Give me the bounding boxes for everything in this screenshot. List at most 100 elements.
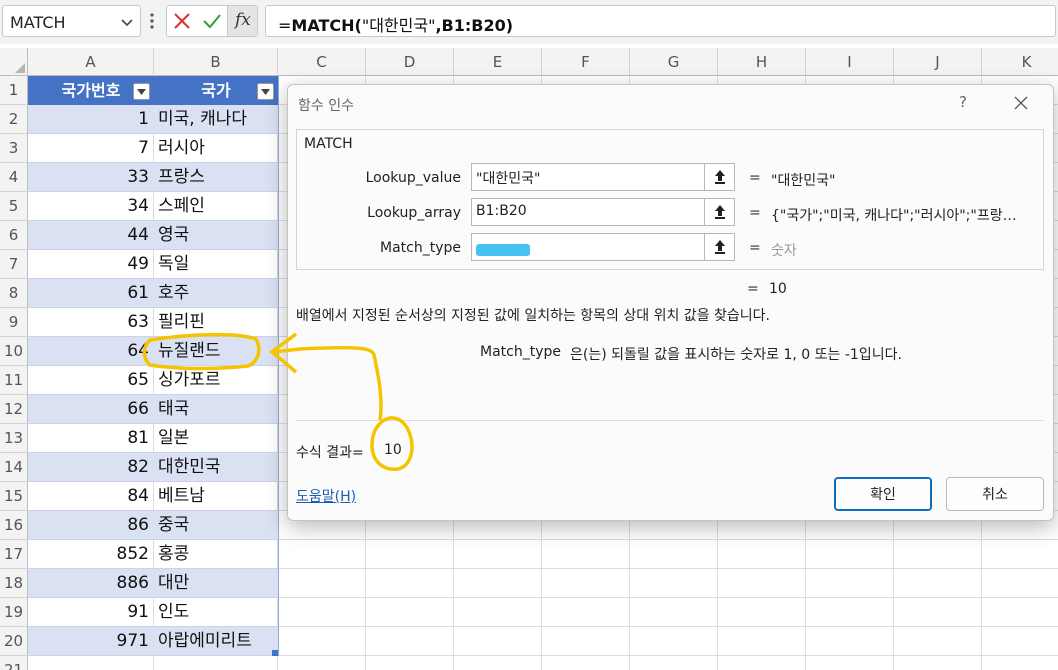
table-cell-country[interactable]: 호주 [154, 279, 278, 308]
column-header[interactable]: H [718, 48, 806, 76]
column-header[interactable]: K [982, 48, 1058, 76]
row-header[interactable]: 8 [0, 279, 28, 308]
table-cell-country[interactable]: 중국 [154, 511, 278, 540]
table-cell-country[interactable]: 일본 [154, 424, 278, 453]
arg-label-match-type: Match_type [380, 240, 461, 256]
table-cell-code[interactable]: 84 [28, 482, 154, 511]
row-header[interactable]: 4 [0, 163, 28, 192]
lookup-value-field[interactable]: "대한민국" [471, 163, 735, 191]
function-result-value: 10 [769, 281, 787, 297]
column-header[interactable]: E [454, 48, 542, 76]
row-header[interactable]: 20 [0, 627, 28, 656]
table-cell-code[interactable]: 971 [28, 627, 154, 656]
cancel-entry-button[interactable] [167, 6, 197, 36]
lookup-array-field[interactable]: B1:B20 [471, 198, 735, 226]
table-cell-code[interactable]: 63 [28, 308, 154, 337]
table-cell-country[interactable]: 필리핀 [154, 308, 278, 337]
table-cell-code[interactable]: 886 [28, 569, 154, 598]
column-header[interactable]: F [542, 48, 630, 76]
divider [296, 420, 1044, 421]
row-header[interactable]: 16 [0, 511, 28, 540]
table-cell-country[interactable]: 프랑스 [154, 163, 278, 192]
row-header[interactable]: 18 [0, 569, 28, 598]
table-cell-country[interactable]: 영국 [154, 221, 278, 250]
table-cell-code[interactable]: 852 [28, 540, 154, 569]
row-header[interactable]: 19 [0, 598, 28, 627]
column-header[interactable]: A [28, 48, 154, 76]
filter-dropdown-button[interactable] [133, 83, 150, 100]
close-icon[interactable] [1009, 91, 1033, 115]
fx-icon: fx [235, 10, 251, 30]
column-header[interactable]: C [278, 48, 366, 76]
upload-arrow-icon [715, 170, 725, 184]
table-cell-code[interactable]: 1 [28, 105, 154, 134]
row-header[interactable]: 3 [0, 134, 28, 163]
column-header[interactable]: D [366, 48, 454, 76]
table-cell-code[interactable]: 61 [28, 279, 154, 308]
column-header[interactable]: B [154, 48, 278, 76]
row-header[interactable]: 9 [0, 308, 28, 337]
row-header[interactable]: 14 [0, 453, 28, 482]
table-cell-country[interactable]: 대만 [154, 569, 278, 598]
select-all-corner[interactable] [0, 48, 28, 76]
table-cell-country[interactable]: 독일 [154, 250, 278, 279]
formula-input[interactable]: =MATCH("대한민국",B1:B20) [265, 5, 1056, 37]
table-cell-country[interactable]: 태국 [154, 395, 278, 424]
table-cell-code[interactable]: 7 [28, 134, 154, 163]
table-cell-code[interactable]: 33 [28, 163, 154, 192]
row-header[interactable]: 21 [0, 656, 28, 670]
row-header[interactable]: 17 [0, 540, 28, 569]
table-cell-country[interactable]: 미국, 캐나다 [154, 105, 278, 134]
match-type-field[interactable] [471, 233, 735, 261]
row-header[interactable]: 15 [0, 482, 28, 511]
row-header[interactable]: 1 [0, 76, 28, 105]
confirm-entry-button[interactable] [197, 6, 227, 36]
chevron-down-icon[interactable] [120, 15, 134, 29]
table-cell-code[interactable]: 81 [28, 424, 154, 453]
row-header[interactable]: 11 [0, 366, 28, 395]
table-cell-country[interactable]: 뉴질랜드 [154, 337, 278, 366]
table-cell-code[interactable]: 64 [28, 337, 154, 366]
header-cell-code[interactable]: 국가번호 [28, 76, 154, 105]
column-header[interactable]: I [806, 48, 894, 76]
cancel-button[interactable]: 취소 [946, 477, 1044, 511]
column-header[interactable]: G [630, 48, 718, 76]
row-header[interactable]: 12 [0, 395, 28, 424]
row-header[interactable]: 6 [0, 221, 28, 250]
table-cell-country[interactable]: 스페인 [154, 192, 278, 221]
table-cell-country[interactable]: 베트남 [154, 482, 278, 511]
arg-eq: = [749, 205, 761, 221]
row-header[interactable]: 2 [0, 105, 28, 134]
table-cell-country[interactable]: 러시아 [154, 134, 278, 163]
collapse-dialog-button[interactable] [704, 234, 734, 260]
insert-function-button[interactable]: fx [227, 6, 257, 36]
table-cell-code[interactable]: 34 [28, 192, 154, 221]
row-header[interactable]: 5 [0, 192, 28, 221]
table-cell-country[interactable]: 싱가포르 [154, 366, 278, 395]
help-link[interactable]: 도움말(H) [296, 486, 356, 506]
row-header[interactable]: 10 [0, 337, 28, 366]
row-header[interactable]: 7 [0, 250, 28, 279]
table-cell-code[interactable]: 65 [28, 366, 154, 395]
table-cell-country[interactable]: 아랍에미리트 [154, 627, 278, 656]
header-cell-country[interactable]: 국가 [154, 76, 278, 105]
more-options-icon[interactable] [149, 11, 155, 31]
table-cell-country[interactable]: 대한민국 [154, 453, 278, 482]
table-resize-handle[interactable] [272, 650, 278, 656]
table-cell-code[interactable]: 91 [28, 598, 154, 627]
row-header[interactable]: 13 [0, 424, 28, 453]
column-header[interactable]: J [894, 48, 982, 76]
ok-button[interactable]: 확인 [834, 477, 932, 511]
table-cell-country[interactable]: 홍콩 [154, 540, 278, 569]
table-cell-code[interactable]: 82 [28, 453, 154, 482]
table-cell-country[interactable]: 인도 [154, 598, 278, 627]
table-cell-code[interactable]: 49 [28, 250, 154, 279]
collapse-dialog-button[interactable] [704, 164, 734, 190]
filter-dropdown-button[interactable] [257, 83, 274, 100]
table-cell-code[interactable]: 44 [28, 221, 154, 250]
collapse-dialog-button[interactable] [704, 199, 734, 225]
dialog-help-button[interactable]: ? [959, 93, 967, 111]
table-cell-code[interactable]: 86 [28, 511, 154, 540]
table-cell-code[interactable]: 66 [28, 395, 154, 424]
name-box[interactable]: MATCH [2, 5, 141, 37]
